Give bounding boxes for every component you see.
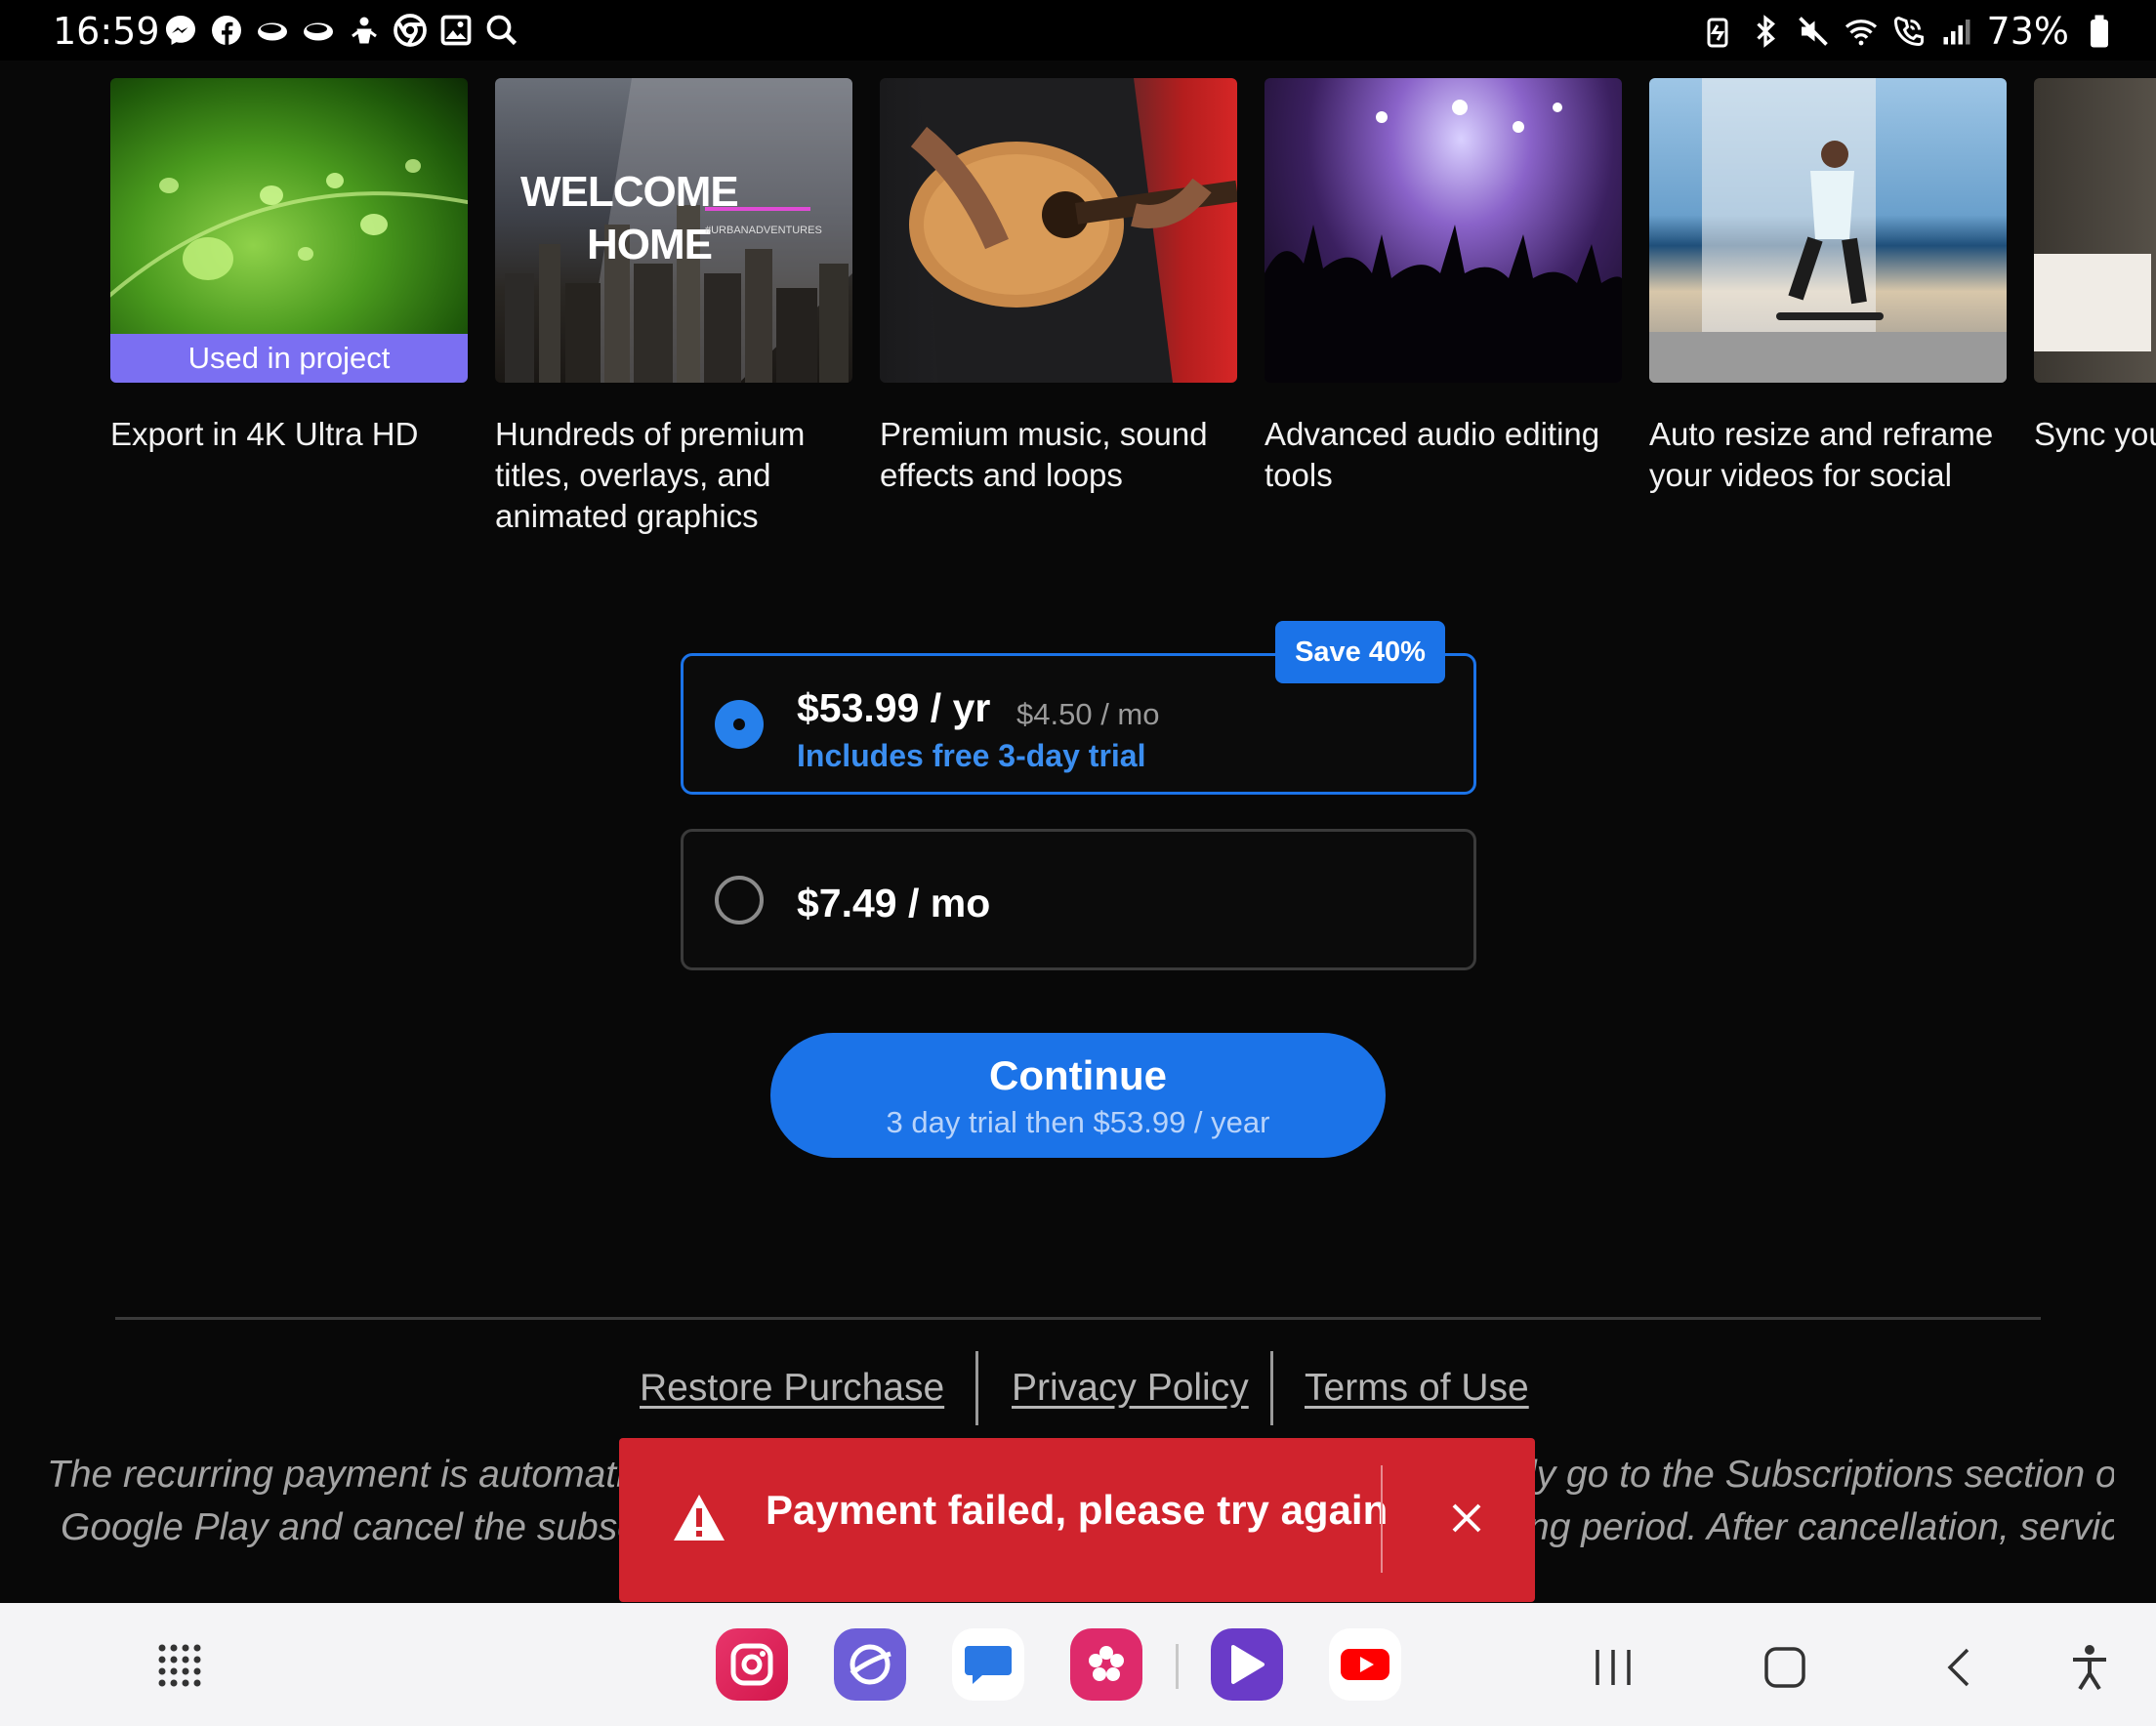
youtube-icon[interactable] [1329, 1628, 1401, 1701]
overlay-tag: #URBANADVENTURES [705, 225, 822, 236]
link-separator [975, 1351, 978, 1425]
feature-card: Premium music, sound effects and loops [880, 78, 1237, 496]
facebook-icon [208, 12, 244, 48]
trial-note: Includes free 3-day trial [797, 738, 1146, 773]
video-player-icon[interactable] [1211, 1628, 1283, 1701]
battery-icon [2081, 14, 2117, 50]
privacy-policy-link[interactable]: Privacy Policy [1012, 1367, 1249, 1410]
blossom-icon[interactable] [1070, 1628, 1142, 1701]
feature-caption: Export in 4K Ultra HD [110, 416, 419, 452]
leaf-droplets-image: Used in project [110, 78, 468, 383]
legal-left: The recurring payment is automatic Googl… [47, 1449, 652, 1554]
notification-icons [162, 12, 519, 48]
toast-separator [1381, 1465, 1383, 1573]
mute-icon [1796, 14, 1832, 50]
feature-card: Auto resize and reframe your videos for … [1649, 78, 2007, 496]
cloud-icon [254, 12, 290, 48]
legal-line: ly go to the Subscriptions section on [1528, 1454, 2114, 1496]
battery-percentage: 73% [1986, 10, 2069, 53]
legal-line: Google Play and cancel the subscri [61, 1506, 652, 1548]
dock-separator [1176, 1644, 1179, 1689]
battery-saver-icon [1700, 14, 1736, 50]
continue-label: Continue [989, 1052, 1167, 1098]
navigation-bar [0, 1603, 2156, 1726]
accessibility-icon[interactable] [2062, 1640, 2117, 1695]
legal-line: The recurring payment is automatic [47, 1454, 644, 1496]
overlay-title-line1: WELCOME [520, 168, 739, 216]
feature-card: Used in project Export in 4K Ultra HD [110, 78, 468, 455]
legal-line: ng period. After cancellation, service [1528, 1506, 2114, 1548]
toast-message: Payment failed, please try again [766, 1487, 1389, 1533]
cloud-icon [300, 12, 336, 48]
skateboarder-image [1649, 78, 2007, 383]
wifi-call-icon [1891, 14, 1928, 50]
feature-caption: Hundreds of premium titles, overlays, an… [495, 416, 806, 534]
signal-icon [1939, 14, 1975, 50]
feature-card: Sync you edit on a [2034, 78, 2156, 455]
save-badge: Save 40% [1275, 621, 1445, 683]
feature-card: WELCOME HOME #URBANADVENTURES Hundreds o… [495, 78, 852, 537]
status-time: 16:59 [53, 10, 160, 53]
home-icon[interactable] [1758, 1640, 1812, 1695]
used-in-project-badge: Used in project [110, 334, 468, 383]
feature-caption: Advanced audio editing tools [1265, 416, 1600, 493]
restore-purchase-link[interactable]: Restore Purchase [640, 1367, 944, 1410]
wifi-icon [1844, 14, 1880, 50]
continue-button[interactable]: Continue 3 day trial then $53.99 / year [770, 1033, 1386, 1158]
back-icon[interactable] [1931, 1640, 1986, 1695]
continue-sublabel: 3 day trial then $53.99 / year [886, 1105, 1270, 1139]
radio-unselected[interactable] [715, 875, 764, 925]
feature-caption: Premium music, sound effects and loops [880, 416, 1208, 493]
status-bar: 16:59 73% [0, 0, 2156, 61]
instagram-icon[interactable] [716, 1628, 788, 1701]
monthly-plan-option[interactable]: $7.49 / mo [681, 829, 1476, 970]
concert-crowd-image [1265, 78, 1622, 383]
footer-links: Restore Purchase Privacy Policy Terms of… [0, 1351, 2156, 1425]
chrome-icon [392, 12, 428, 48]
radio-selected[interactable] [715, 699, 764, 749]
annual-price: $53.99 / yr [797, 685, 991, 730]
partial-image [2034, 78, 2156, 383]
app-drawer-icon[interactable] [156, 1642, 203, 1689]
overlay-title-line2: HOME [587, 221, 713, 268]
annual-monthly-equivalent: $4.50 / mo [1016, 697, 1160, 731]
messenger-icon [162, 12, 198, 48]
feature-carousel[interactable]: Used in project Export in 4K Ultra HD WE… [0, 78, 2156, 547]
android-icon [346, 12, 382, 48]
recents-icon[interactable] [1586, 1640, 1640, 1695]
terms-of-use-link[interactable]: Terms of Use [1305, 1367, 1529, 1410]
gallery-icon [437, 12, 474, 48]
feature-caption: Auto resize and reframe your videos for … [1649, 416, 1994, 493]
close-icon[interactable] [1437, 1489, 1496, 1547]
city-skyline-image: WELCOME HOME #URBANADVENTURES [495, 78, 852, 383]
payment-error-toast: Payment failed, please try again [619, 1438, 1535, 1602]
guitar-player-image [880, 78, 1237, 383]
system-icons: 73% [1700, 10, 2117, 53]
search-icon [483, 12, 519, 48]
link-separator [1270, 1351, 1273, 1425]
samsung-internet-icon[interactable] [834, 1628, 906, 1701]
bluetooth-icon [1748, 14, 1784, 50]
monthly-price: $7.49 / mo [797, 881, 991, 925]
footer-divider [115, 1317, 2041, 1320]
messages-icon[interactable] [952, 1628, 1024, 1701]
warning-icon [672, 1493, 726, 1543]
feature-caption: Sync you edit on a [2034, 416, 2156, 452]
feature-card: Advanced audio editing tools [1265, 78, 1622, 496]
legal-right: ly go to the Subscriptions section on ng… [1528, 1449, 2114, 1554]
